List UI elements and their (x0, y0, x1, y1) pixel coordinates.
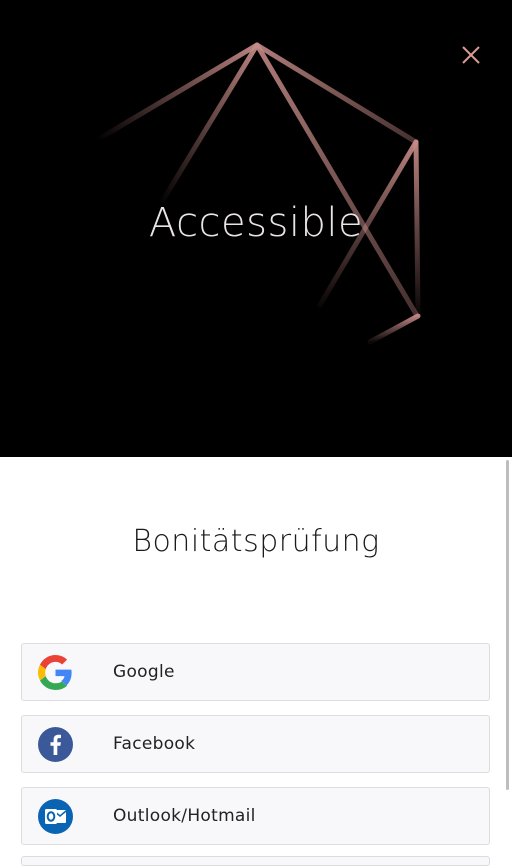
google-login-button[interactable]: Google (21, 643, 490, 701)
google-logo-icon (38, 655, 73, 690)
facebook-label: Facebook (113, 734, 196, 754)
hero-title: Accessible (148, 200, 364, 246)
outlook-login-button[interactable]: Outlook/Hotmail (21, 787, 490, 845)
facebook-logo-icon (38, 727, 73, 762)
close-icon[interactable] (456, 40, 486, 70)
outlook-logo-icon (38, 799, 73, 834)
outlook-label: Outlook/Hotmail (113, 806, 256, 826)
page-title: Bonitätsprüfung (132, 524, 380, 559)
next-login-button[interactable] (21, 856, 490, 866)
hero-banner: Accessible (0, 0, 512, 457)
facebook-login-button[interactable]: Facebook (21, 715, 490, 773)
google-label: Google (113, 662, 175, 682)
scrollbar[interactable] (506, 460, 509, 790)
